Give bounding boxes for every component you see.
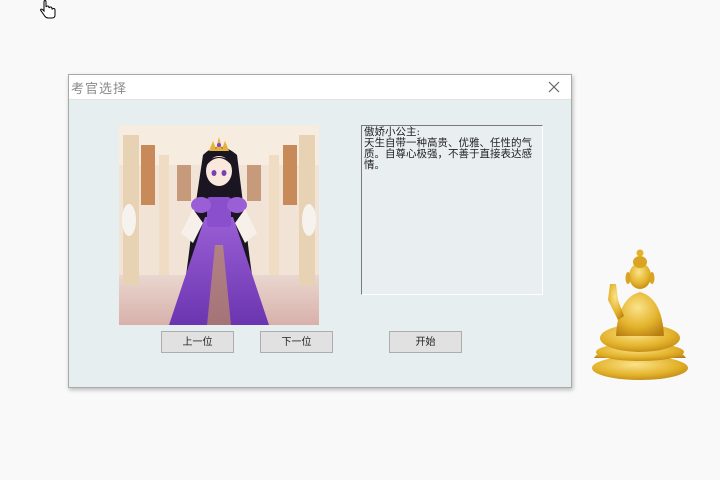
description-textarea[interactable]: 傲娇小公主: 天生自带一种高贵、优雅、任性的气质。自尊心极强，不善于直接表达感情… xyxy=(361,125,543,295)
titlebar: 考官选择 xyxy=(69,75,571,100)
prev-button[interactable]: 上一位 xyxy=(161,331,234,353)
desktop: 考官选择 傲娇小公主: 天生自带一种高贵、优雅、任性的气质。自尊心极强，不善于直… xyxy=(0,0,720,480)
start-button[interactable]: 开始 xyxy=(389,331,462,353)
princess-portrait-image xyxy=(119,125,319,325)
hand-cursor-icon xyxy=(39,0,56,19)
window-title: 考官选择 xyxy=(71,82,128,97)
examiner-select-dialog: 考官选择 傲娇小公主: 天生自带一种高贵、优雅、任性的气质。自尊心极强，不善于直… xyxy=(68,74,572,388)
buddha-statue-image xyxy=(592,249,688,380)
next-button[interactable]: 下一位 xyxy=(260,331,333,353)
close-icon[interactable] xyxy=(545,78,563,96)
